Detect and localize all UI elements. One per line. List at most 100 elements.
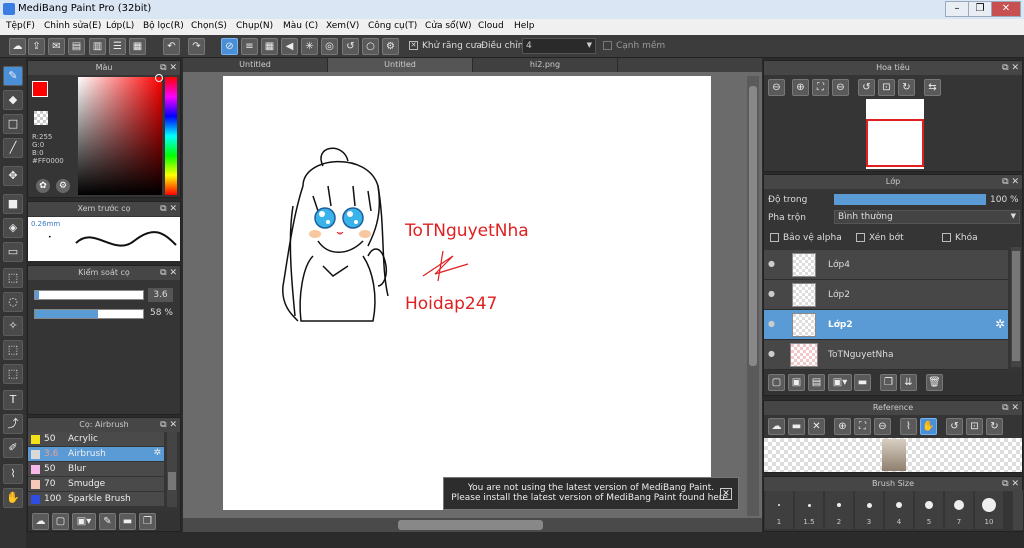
close-icon[interactable]: ⧉ ✕ [1002, 175, 1019, 189]
perspective-snap-icon[interactable]: ◀ [281, 38, 298, 55]
chat-icon[interactable]: ▤ [68, 38, 85, 55]
comment-icon[interactable]: ✉ [48, 38, 65, 55]
gradient-tool-icon[interactable]: ▭ [3, 242, 23, 262]
lock-checkbox[interactable] [942, 233, 951, 242]
primary-color-swatch[interactable] [32, 81, 48, 97]
cloud-icon[interactable]: ☁ [9, 38, 26, 55]
concentric-snap-icon[interactable]: ◎ [321, 38, 338, 55]
close-icon[interactable]: ⧉ ✕ [1002, 401, 1019, 415]
close-icon[interactable]: ⧉ ✕ [160, 61, 177, 75]
hand-tool-icon[interactable]: ✋ [3, 488, 23, 508]
menu-item[interactable]: Tệp(F) [6, 21, 35, 31]
eyedropper-icon[interactable]: ⌇ [900, 418, 917, 435]
brush-size-option[interactable]: 7 [945, 491, 973, 529]
brush-size-value[interactable]: 3.6 [148, 288, 173, 302]
line-tool-icon[interactable]: ╱ [3, 138, 23, 158]
menu-item[interactable]: Help [514, 21, 535, 31]
menu-item[interactable]: Lớp(L) [106, 21, 134, 31]
rotate-right-icon[interactable]: ↻ [898, 79, 915, 96]
gear-icon[interactable]: ✲ [995, 317, 1005, 331]
palette-icon[interactable]: ✿ [36, 179, 50, 193]
menu-item[interactable]: Chỉnh sửa(E) [44, 21, 101, 31]
radial-snap-icon[interactable]: ✳ [301, 38, 318, 55]
document-icon[interactable]: ▥ [89, 38, 106, 55]
brush-size-slider[interactable] [34, 290, 144, 300]
layer-list-scrollbar[interactable] [1011, 247, 1021, 367]
adjust-select[interactable]: 4 ▼ [522, 38, 596, 54]
close-reference-icon[interactable]: ✕ [808, 418, 825, 435]
brush-size-option[interactable]: 3 [855, 491, 883, 529]
new-8bit-layer-icon[interactable]: ▤ [808, 374, 825, 391]
zoom-in-icon[interactable]: ⊕ [792, 79, 809, 96]
fit-icon[interactable]: ⛶ [854, 418, 871, 435]
layer-row[interactable]: ● Lớp2 [764, 280, 1008, 310]
tab-untitled-2[interactable]: Untitled [328, 58, 473, 72]
select-rect-icon[interactable]: ⬚ [3, 268, 23, 288]
tab-hi2[interactable]: hi2.png [473, 58, 618, 72]
eyedropper-tool-icon[interactable]: ⌇ [3, 464, 23, 484]
grid-icon[interactable]: ▦ [129, 38, 146, 55]
brush-list-item[interactable]: 50 Acrylic [28, 432, 164, 447]
snap-settings-icon[interactable]: ⚙ [382, 38, 399, 55]
move-tool-icon[interactable]: ✥ [3, 166, 23, 186]
circle-snap-icon[interactable]: ○ [362, 38, 379, 55]
zoom-minus-icon[interactable]: ⊖ [832, 79, 849, 96]
menu-item[interactable]: Màu (C) [283, 21, 318, 31]
delete-layer-icon[interactable]: 🗑 [926, 374, 943, 391]
grid-snap-icon[interactable]: ▦ [261, 38, 278, 55]
menu-item[interactable]: Công cụ(T) [368, 21, 417, 31]
close-window-button[interactable]: ✕ [991, 1, 1021, 17]
close-icon[interactable]: ⧉ ✕ [1002, 477, 1019, 491]
layer-row[interactable]: ● ToTNguyetNha [764, 340, 1008, 370]
reset-view-icon[interactable]: ⊡ [966, 418, 983, 435]
fill-rect-tool-icon[interactable]: ■ [3, 194, 23, 214]
brush-size-option[interactable]: 4 [885, 491, 913, 529]
duplicate-layer-icon[interactable]: ❐ [880, 374, 897, 391]
blend-mode-select[interactable]: Bình thường ▼ [834, 210, 1020, 224]
layer-opacity-slider[interactable] [834, 194, 986, 205]
protect-alpha-checkbox[interactable] [770, 233, 779, 242]
reference-image-area[interactable] [764, 438, 1022, 472]
saturation-value-picker[interactable] [78, 77, 162, 195]
menu-item[interactable]: Cửa sổ(W) [425, 21, 471, 31]
divide-tool-icon[interactable]: ✐ [3, 438, 23, 458]
hand-icon[interactable]: ✋ [920, 418, 937, 435]
brush-list-item[interactable]: 3.6 Airbrush ✲ [28, 447, 164, 462]
brush-list-item[interactable]: 100 Sparkle Brush [28, 492, 164, 507]
menu-item[interactable]: Chụp(N) [236, 21, 273, 31]
menu-item[interactable]: Chọn(S) [191, 21, 227, 31]
update-notice[interactable]: You are not using the latest version of … [443, 477, 739, 510]
duplicate-brush-icon[interactable]: ❐ [139, 513, 156, 530]
reset-view-icon[interactable]: ⊡ [878, 79, 895, 96]
brush-settings-icon[interactable]: ✎ [99, 513, 116, 530]
zoom-in-icon[interactable]: ⊕ [834, 418, 851, 435]
bucket-tool-icon[interactable]: ◈ [3, 218, 23, 238]
brush-tool-icon[interactable]: ✎ [3, 66, 23, 86]
canvas-vertical-scrollbar[interactable] [747, 76, 759, 516]
add-layer-menu-icon[interactable]: ▣▾ [828, 374, 852, 391]
tab-untitled-1[interactable]: Untitled [183, 58, 328, 72]
select-eraser-icon[interactable]: ⬚ [3, 364, 23, 384]
minimize-button[interactable]: – [945, 1, 969, 17]
cloud-reference-icon[interactable]: ☁ [768, 418, 785, 435]
color-settings-icon[interactable]: ⚙ [56, 179, 70, 193]
visibility-icon[interactable]: ● [768, 349, 775, 358]
rectangle-tool-icon[interactable]: □ [3, 114, 23, 134]
brush-opacity-slider[interactable] [34, 309, 144, 319]
brush-list-item[interactable]: 70 Smudge [28, 477, 164, 492]
merge-layer-icon[interactable]: ⇊ [900, 374, 917, 391]
operation-tool-icon[interactable]: ⤴ [3, 414, 23, 434]
smooth-edge-checkbox[interactable] [603, 41, 612, 50]
navigator-thumbnail[interactable] [866, 99, 924, 169]
brush-size-option[interactable]: 1.5 [795, 491, 823, 529]
layer-folder-icon[interactable]: ▬ [854, 374, 871, 391]
share-icon[interactable]: ⇪ [28, 38, 45, 55]
brush-folder-icon[interactable]: ▬ [119, 513, 136, 530]
close-notice-button[interactable]: ✕ [720, 488, 732, 500]
canvas-horizontal-scrollbar[interactable] [183, 518, 762, 532]
parallel-snap-icon[interactable]: ≡ [241, 38, 258, 55]
eraser-tool-icon[interactable]: ◆ [3, 90, 23, 110]
visibility-icon[interactable]: ● [768, 319, 775, 328]
cloud-brush-icon[interactable]: ☁ [32, 513, 49, 530]
redo-button[interactable]: ↷ [188, 38, 205, 55]
